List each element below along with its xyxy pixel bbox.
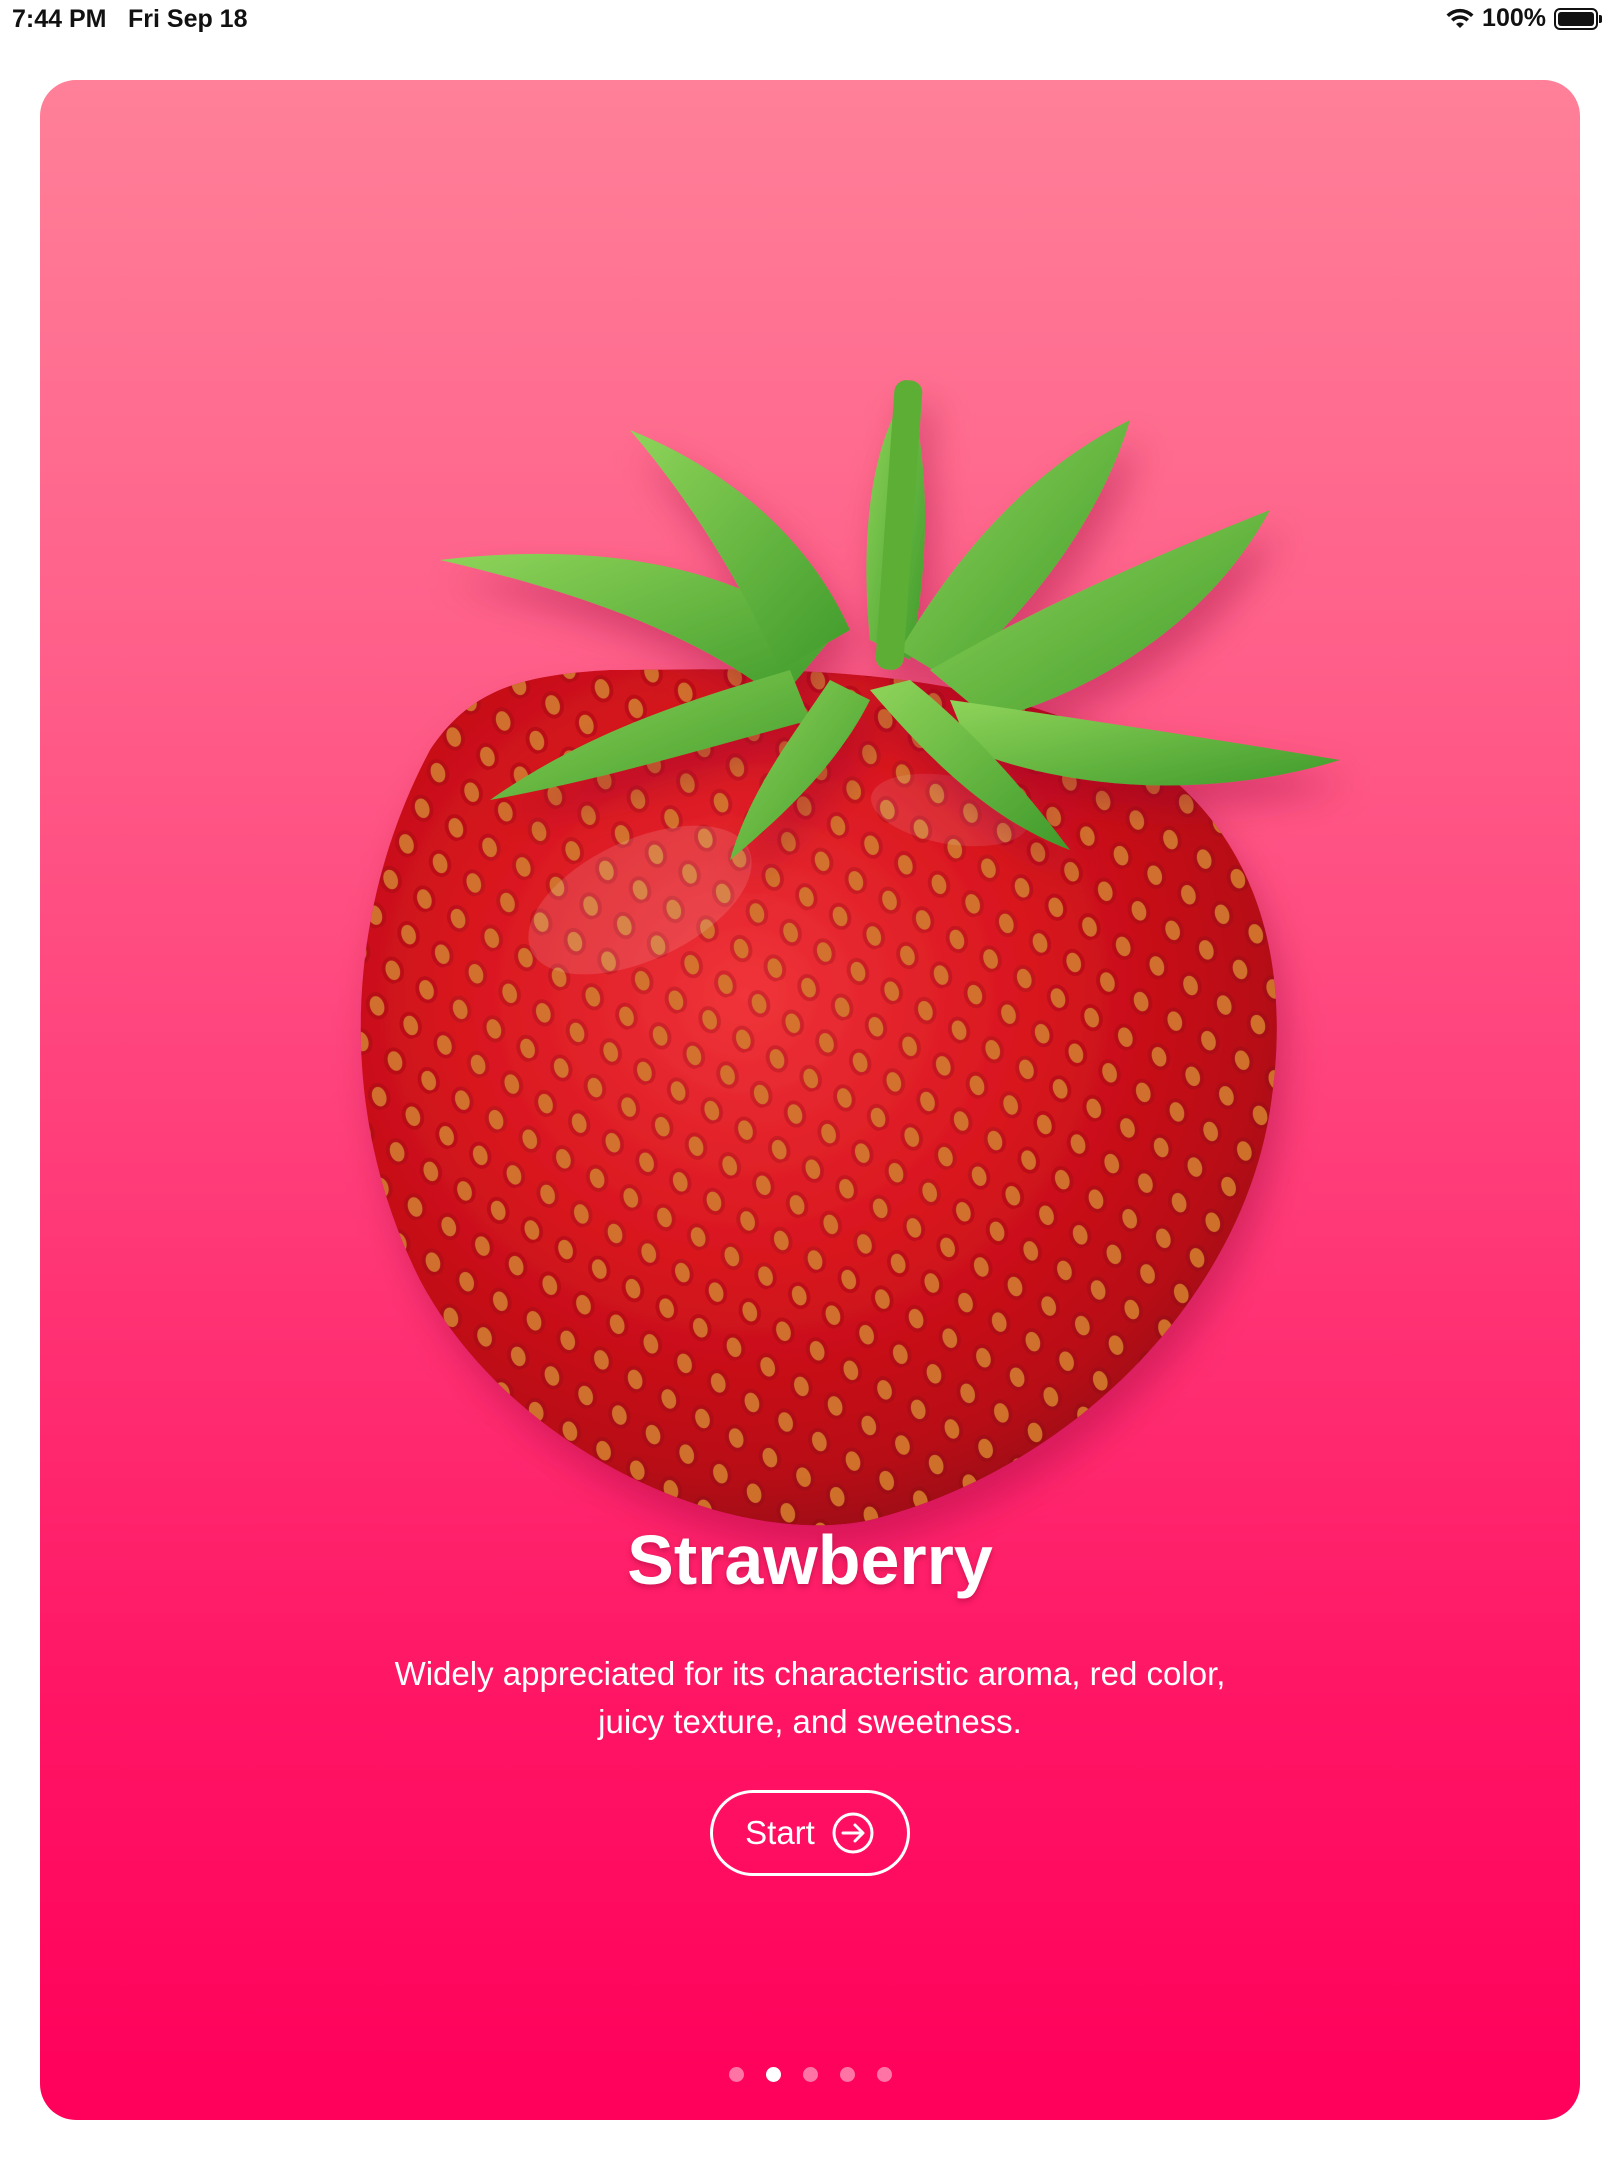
status-bar: 7:44 PM Fri Sep 18 100%: [0, 0, 1620, 40]
battery-fill: [1558, 11, 1594, 26]
wifi-icon: [1446, 8, 1474, 30]
battery-icon: [1554, 7, 1602, 30]
arrow-right-circle-icon: [831, 1811, 875, 1855]
page-dot-1[interactable]: [728, 2067, 744, 2082]
battery-percent: 100%: [1482, 4, 1546, 32]
page-dot-4[interactable]: [839, 2067, 855, 2082]
page-dot-2[interactable]: [765, 2067, 781, 2082]
start-button[interactable]: Start: [710, 1790, 910, 1876]
start-button-label: Start: [745, 1814, 815, 1851]
description-line-2: juicy texture, and sweetness.: [598, 1703, 1022, 1740]
page-dot-3[interactable]: [802, 2067, 818, 2082]
onboarding-card[interactable]: Strawberry Widely appreciated for its ch…: [40, 80, 1580, 2120]
status-indicators: 100%: [1446, 4, 1602, 33]
description-line-1: Widely appreciated for its characteristi…: [394, 1655, 1226, 1692]
status-time: 7:44 PM: [12, 5, 107, 33]
page-indicator[interactable]: [40, 2067, 1580, 2082]
strawberry-image: [310, 340, 1370, 1580]
page-dot-5[interactable]: [876, 2067, 892, 2082]
status-date: Fri Sep 18: [128, 5, 248, 33]
fruit-title: Strawberry: [627, 1521, 993, 1599]
fruit-description: Widely appreciated for its characteristi…: [360, 1650, 1260, 1746]
